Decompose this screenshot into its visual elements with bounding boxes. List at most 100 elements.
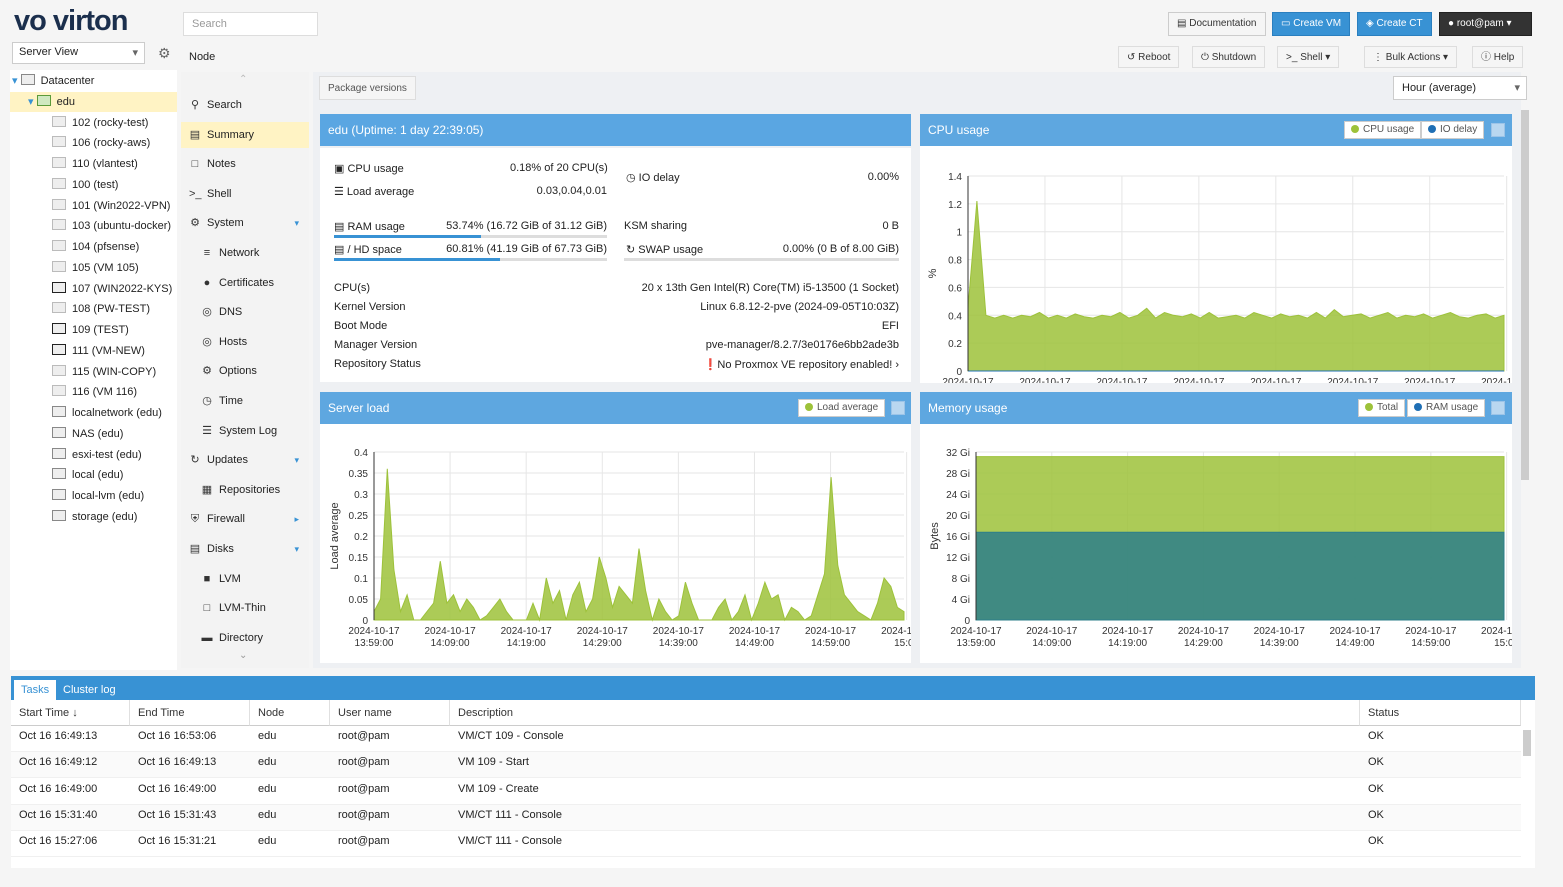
- cpu-chart-legend[interactable]: CPU usage: [1344, 121, 1422, 139]
- table-row[interactable]: Oct 16 16:49:12 Oct 16 16:49:13 edu root@pa…: [11, 752, 1521, 779]
- total-legend[interactable]: Total: [1358, 399, 1406, 417]
- sidebar-item-resource[interactable]: 101 (Win2022-VPN): [10, 196, 177, 216]
- table-row[interactable]: Oct 16 15:31:40 Oct 16 15:31:43 edu root@pa…: [11, 804, 1521, 831]
- nav-item-notes[interactable]: □ Notes: [181, 151, 309, 177]
- user-menu-button[interactable]: ● root@pam ▾: [1439, 12, 1532, 36]
- sidebar-item-resource[interactable]: localnetwork (edu): [10, 403, 177, 423]
- y-axis-label: %: [927, 268, 939, 278]
- nav-item-disks[interactable]: ▤ Disks ▾: [181, 536, 309, 562]
- nav-item-lvm-thin[interactable]: □ LVM-Thin: [181, 595, 309, 621]
- nav-item-shell[interactable]: >_ Shell: [181, 181, 309, 207]
- package-versions-button[interactable]: Package versions: [319, 76, 416, 100]
- x-tick-date: 2024-10-17: [1481, 377, 1512, 383]
- sidebar-item-node-edu[interactable]: ▾ edu: [10, 91, 177, 112]
- sidebar-item-resource[interactable]: 116 (VM 116): [10, 382, 177, 402]
- io-delay-legend[interactable]: IO delay: [1421, 121, 1485, 139]
- app-logo[interactable]: vo virton: [14, 5, 144, 42]
- collapse-button[interactable]: [1491, 401, 1505, 415]
- content-scrollbar[interactable]: [1521, 110, 1529, 480]
- nav-item-repositories[interactable]: ▦ Repositories: [181, 477, 309, 503]
- nav-item-summary[interactable]: ▤ Summary: [181, 121, 309, 148]
- sidebar-item-resource[interactable]: 100 (test): [10, 175, 177, 195]
- bulk-actions-button[interactable]: ⋮ Bulk Actions ▾: [1364, 46, 1458, 68]
- search-icon: ⚲: [190, 99, 200, 111]
- cpu-usage-value: 0.18% of 20 CPU(s): [510, 162, 608, 174]
- col-user-name[interactable]: User name: [330, 700, 450, 726]
- sidebar-item-label: edu: [56, 95, 75, 108]
- sidebar-item-resource[interactable]: 111 (VM-NEW): [10, 341, 177, 361]
- shell-button[interactable]: >_ Shell ▾: [1277, 46, 1340, 68]
- reboot-button[interactable]: ↺ Reboot: [1118, 46, 1180, 68]
- nav-item-directory[interactable]: ▬ Directory: [181, 625, 309, 651]
- server-view-select[interactable]: Server View ▾: [12, 42, 145, 64]
- sidebar-item-resource[interactable]: 105 (VM 105): [10, 258, 177, 278]
- shutdown-button[interactable]: ⏻ Shutdown: [1192, 46, 1266, 68]
- col-start-time-label: Start Time: [19, 707, 70, 719]
- nav-item-network[interactable]: ≡ Network: [181, 240, 309, 266]
- nav-item-time[interactable]: ◷ Time: [181, 388, 309, 414]
- nav-item-hosts[interactable]: ◎ Hosts: [181, 329, 309, 355]
- tab-cluster-log[interactable]: Cluster log: [56, 680, 123, 700]
- scroll-up-icon[interactable]: ⌃: [239, 74, 247, 85]
- nav-item-lvm[interactable]: ■ LVM: [181, 566, 309, 592]
- sidebar-item-label: 100 (test): [72, 178, 119, 191]
- x-tick-date: 2024-10-17: [1329, 626, 1381, 637]
- table-row[interactable]: Oct 16 15:27:06 Oct 16 15:31:21 edu root@pa…: [11, 831, 1521, 858]
- create-vm-button[interactable]: ▭ Create VM: [1272, 12, 1351, 36]
- search-input[interactable]: Search: [183, 12, 318, 36]
- collapse-button[interactable]: [1491, 123, 1505, 137]
- sidebar-item-resource[interactable]: local-lvm (edu): [10, 486, 177, 506]
- sidebar-item-resource[interactable]: 110 (vlantest): [10, 154, 177, 174]
- nav-item-certificates[interactable]: ● Certificates: [181, 270, 309, 296]
- collapse-button[interactable]: [891, 401, 905, 415]
- ram-legend[interactable]: RAM usage: [1407, 399, 1486, 417]
- col-description[interactable]: Description: [450, 700, 1360, 726]
- x-tick-date: 2024-10-17: [348, 626, 400, 637]
- table-row[interactable]: Oct 16 16:49:00 Oct 16 16:49:00 edu root@pa…: [11, 779, 1521, 805]
- nav-item-search[interactable]: ⚲ Search: [181, 92, 309, 118]
- col-end-time[interactable]: End Time: [130, 700, 250, 726]
- nav-item-dns[interactable]: ◎ DNS: [181, 299, 309, 325]
- tasks-scrollbar[interactable]: [1523, 730, 1531, 756]
- nav-item-updates[interactable]: ↻ Updates ▾: [181, 447, 309, 473]
- load-average-value: 0.03,0.04,0.01: [536, 185, 607, 197]
- gears-icon: ⚙: [190, 217, 200, 230]
- col-node[interactable]: Node: [250, 700, 330, 726]
- sidebar-item-resource[interactable]: 109 (TEST): [10, 320, 177, 340]
- nav-item-options[interactable]: ⚙ Options: [181, 358, 309, 384]
- sidebar-item-resource[interactable]: storage (edu): [10, 507, 177, 527]
- reboot-icon: ↺: [1127, 52, 1139, 63]
- nav-item-firewall[interactable]: ⛨ Firewall ▸: [181, 506, 309, 532]
- table-row[interactable]: Oct 16 16:49:13 Oct 16 16:53:06 edu root@pa…: [11, 726, 1521, 752]
- sidebar-item-resource[interactable]: 104 (pfsense): [10, 237, 177, 257]
- col-status[interactable]: Status: [1360, 700, 1521, 726]
- documentation-button[interactable]: ▤ Documentation: [1168, 12, 1266, 36]
- bulk-actions-label: Bulk Actions: [1385, 52, 1441, 63]
- timeframe-select[interactable]: Hour (average) ▾: [1393, 76, 1527, 100]
- sidebar-item-resource[interactable]: 102 (rocky-test): [10, 113, 177, 133]
- create-ct-button[interactable]: ◈ Create CT: [1357, 12, 1432, 36]
- sidebar-item-resource[interactable]: local (edu): [10, 465, 177, 485]
- sidebar-item-resource[interactable]: NAS (edu): [10, 424, 177, 444]
- tab-tasks[interactable]: Tasks: [14, 680, 57, 700]
- sidebar-item-resource[interactable]: 108 (PW-TEST): [10, 299, 177, 319]
- nav-item-system[interactable]: ⚙ System ▾: [181, 210, 309, 236]
- ksm-sharing-value: 0 B: [882, 220, 899, 232]
- expand-toggle-icon[interactable]: ▾: [28, 96, 37, 108]
- server-load-legend[interactable]: Load average: [798, 399, 886, 417]
- expand-toggle-icon[interactable]: ▾: [12, 75, 21, 87]
- sidebar-item-resource[interactable]: 107 (WIN2022-KYS): [10, 279, 177, 299]
- sidebar-item-datacenter[interactable]: ▾ Datacenter: [10, 71, 177, 91]
- gear-icon[interactable]: ⚙: [158, 45, 171, 62]
- nav-item-system-log[interactable]: ☰ System Log: [181, 418, 309, 444]
- sidebar-item-resource[interactable]: 106 (rocky-aws): [10, 133, 177, 153]
- ram-usage-label-text: RAM usage: [347, 221, 405, 233]
- col-start-time[interactable]: Start Time ↓: [11, 700, 130, 726]
- sidebar-item-resource[interactable]: 103 (ubuntu-docker): [10, 216, 177, 236]
- help-button[interactable]: ⓘ Help: [1472, 46, 1524, 68]
- repository-status-value[interactable]: ❗No Proxmox VE repository enabled! ›: [520, 358, 899, 371]
- scroll-down-icon[interactable]: ⌄: [239, 650, 247, 661]
- cell-node: edu: [258, 730, 277, 742]
- sidebar-item-resource[interactable]: 115 (WIN-COPY): [10, 362, 177, 382]
- sidebar-item-resource[interactable]: esxi-test (edu): [10, 445, 177, 465]
